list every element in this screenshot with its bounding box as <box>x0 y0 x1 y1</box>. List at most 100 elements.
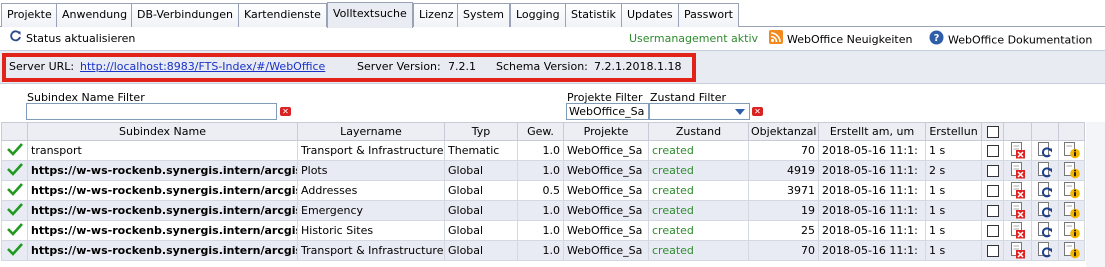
header-objektanzahl[interactable]: Objektanzal <box>748 122 819 141</box>
cell-zustand: created <box>648 180 749 201</box>
header-erstellt-am[interactable]: Erstellt am, um <box>818 122 926 141</box>
info-icon[interactable] <box>1058 240 1085 261</box>
server-url-label: Server URL: <box>9 60 75 73</box>
row-checkbox[interactable] <box>986 145 999 157</box>
cell-select[interactable] <box>981 180 1004 201</box>
cell-zustand: created <box>648 240 749 261</box>
cell-typ: Thematic <box>444 140 518 161</box>
cell-objektanzahl: 70 <box>748 240 819 261</box>
cell-gewicht: 1.0 <box>517 140 564 161</box>
cell-projekte: WebOffice_Sa <box>563 160 649 181</box>
cell-layername: Addresses <box>297 180 445 201</box>
header-gewicht[interactable]: Gew. <box>517 122 564 141</box>
cell-subindex-name: transport <box>27 140 298 161</box>
tab-anwendung[interactable]: Anwendung <box>56 3 134 27</box>
rebuild-index-icon[interactable] <box>1031 240 1059 261</box>
row-checkbox[interactable] <box>986 205 999 217</box>
info-icon[interactable] <box>1058 180 1085 201</box>
rebuild-index-icon[interactable] <box>1031 180 1059 201</box>
table-row[interactable]: https://w-ws-rockenb.synergis.intern/arc… <box>1 220 1085 241</box>
tab-db-verbindungen[interactable]: DB-Verbindungen <box>131 3 239 27</box>
schema-version-value: 7.2.1.2018.1.18 <box>594 60 682 73</box>
cell-objektanzahl: 25 <box>748 220 819 241</box>
delete-index-icon[interactable] <box>1003 160 1032 181</box>
help-icon: ? <box>929 30 944 51</box>
header-projekte[interactable]: Projekte <box>563 122 649 141</box>
table-row[interactable]: https://w-ws-rockenb.synergis.intern/arc… <box>1 200 1085 221</box>
header-info-col <box>1058 122 1085 141</box>
cell-select[interactable] <box>981 240 1004 261</box>
cell-typ: Global <box>444 180 518 201</box>
header-zustand[interactable]: Zustand <box>648 122 749 141</box>
select-all-checkbox[interactable] <box>986 126 999 138</box>
tab-system[interactable]: System <box>457 3 511 27</box>
news-link[interactable]: WebOffice Neuigkeiten <box>769 30 912 48</box>
tab-updates[interactable]: Updates <box>621 3 679 27</box>
cell-layername: Emergency <box>297 200 445 221</box>
header-subindex-name[interactable]: Subindex Name <box>27 122 298 141</box>
cell-erstellungsdauer: 1 s <box>925 200 982 221</box>
cell-projekte: WebOffice_Sa <box>563 140 649 161</box>
header-layername[interactable]: Layername <box>297 122 445 141</box>
delete-index-icon[interactable] <box>1003 180 1032 201</box>
documentation-link[interactable]: ? WebOffice Dokumentation <box>929 30 1092 48</box>
tab-bar: Projekte Anwendung DB-Verbindungen Karte… <box>0 0 1105 28</box>
rebuild-index-icon[interactable] <box>1031 140 1059 161</box>
header-refresh-col <box>1031 122 1059 141</box>
header-status-col <box>1 122 28 141</box>
delete-index-icon[interactable] <box>1003 220 1032 241</box>
table-row[interactable]: https://w-ws-rockenb.synergis.intern/arc… <box>1 180 1085 201</box>
refresh-status-button[interactable]: Status aktualisieren <box>10 30 135 48</box>
header-select-all[interactable] <box>981 122 1004 141</box>
chevron-down-icon[interactable] <box>733 106 747 120</box>
info-icon[interactable] <box>1058 220 1085 241</box>
cell-typ: Global <box>444 240 518 261</box>
rebuild-index-icon[interactable] <box>1031 160 1059 181</box>
delete-index-icon[interactable] <box>1003 140 1032 161</box>
tab-passwort[interactable]: Passwort <box>678 3 739 27</box>
news-label: WebOffice Neuigkeiten <box>787 33 913 46</box>
header-erstellungsdauer[interactable]: Erstellun <box>925 122 982 141</box>
cell-erstellungsdauer: 1 s <box>925 140 982 161</box>
status-ok-icon <box>1 160 28 181</box>
rebuild-index-icon[interactable] <box>1031 200 1059 221</box>
cell-layername: Plots <box>297 160 445 181</box>
table-row[interactable]: https://w-ws-rockenb.synergis.intern/arc… <box>1 240 1085 261</box>
clear-subindex-filter-icon[interactable]: ✕ <box>280 107 291 116</box>
cell-zustand: created <box>648 140 749 161</box>
cell-subindex-name: https://w-ws-rockenb.synergis.intern/arc… <box>27 200 298 221</box>
server-url-link[interactable]: http://localhost:8983/FTS-Index/#/WebOff… <box>80 60 325 73</box>
rebuild-index-icon[interactable] <box>1031 220 1059 241</box>
tab-volltextsuche[interactable]: Volltextsuche <box>327 2 413 28</box>
info-icon[interactable] <box>1058 200 1085 221</box>
tab-statistik[interactable]: Statistik <box>565 3 622 27</box>
cell-select[interactable] <box>981 220 1004 241</box>
cell-select[interactable] <box>981 160 1004 181</box>
cell-typ: Global <box>444 220 518 241</box>
cell-erstellungsdauer: 1 s <box>925 240 982 261</box>
row-checkbox[interactable] <box>986 225 999 237</box>
server-version-value: 7.2.1 <box>448 60 476 73</box>
info-icon[interactable] <box>1058 160 1085 181</box>
tab-kartendienste[interactable]: Kartendienste <box>238 3 327 27</box>
cell-objektanzahl: 19 <box>748 200 819 221</box>
header-delete-col <box>1003 122 1032 141</box>
subindex-filter-input[interactable] <box>26 103 277 120</box>
tab-lizenz[interactable]: Lizenz <box>413 3 460 27</box>
clear-zustand-filter-icon[interactable]: ✕ <box>752 107 763 116</box>
tab-projekte[interactable]: Projekte <box>1 3 58 27</box>
cell-select[interactable] <box>981 200 1004 221</box>
tab-logging[interactable]: Logging <box>510 3 566 27</box>
delete-index-icon[interactable] <box>1003 240 1032 261</box>
server-version-label: Server Version: <box>357 60 441 73</box>
info-icon[interactable] <box>1058 140 1085 161</box>
header-typ[interactable]: Typ <box>444 122 518 141</box>
table-row[interactable]: transport Transport & Infrastructure Thema… <box>1 140 1085 161</box>
row-checkbox[interactable] <box>986 185 999 197</box>
row-checkbox[interactable] <box>986 165 999 177</box>
table-row[interactable]: https://w-ws-rockenb.synergis.intern/arc… <box>1 160 1085 181</box>
cell-select[interactable] <box>981 140 1004 161</box>
projekte-filter-input[interactable] <box>566 103 649 120</box>
row-checkbox[interactable] <box>986 245 999 257</box>
delete-index-icon[interactable] <box>1003 200 1032 221</box>
